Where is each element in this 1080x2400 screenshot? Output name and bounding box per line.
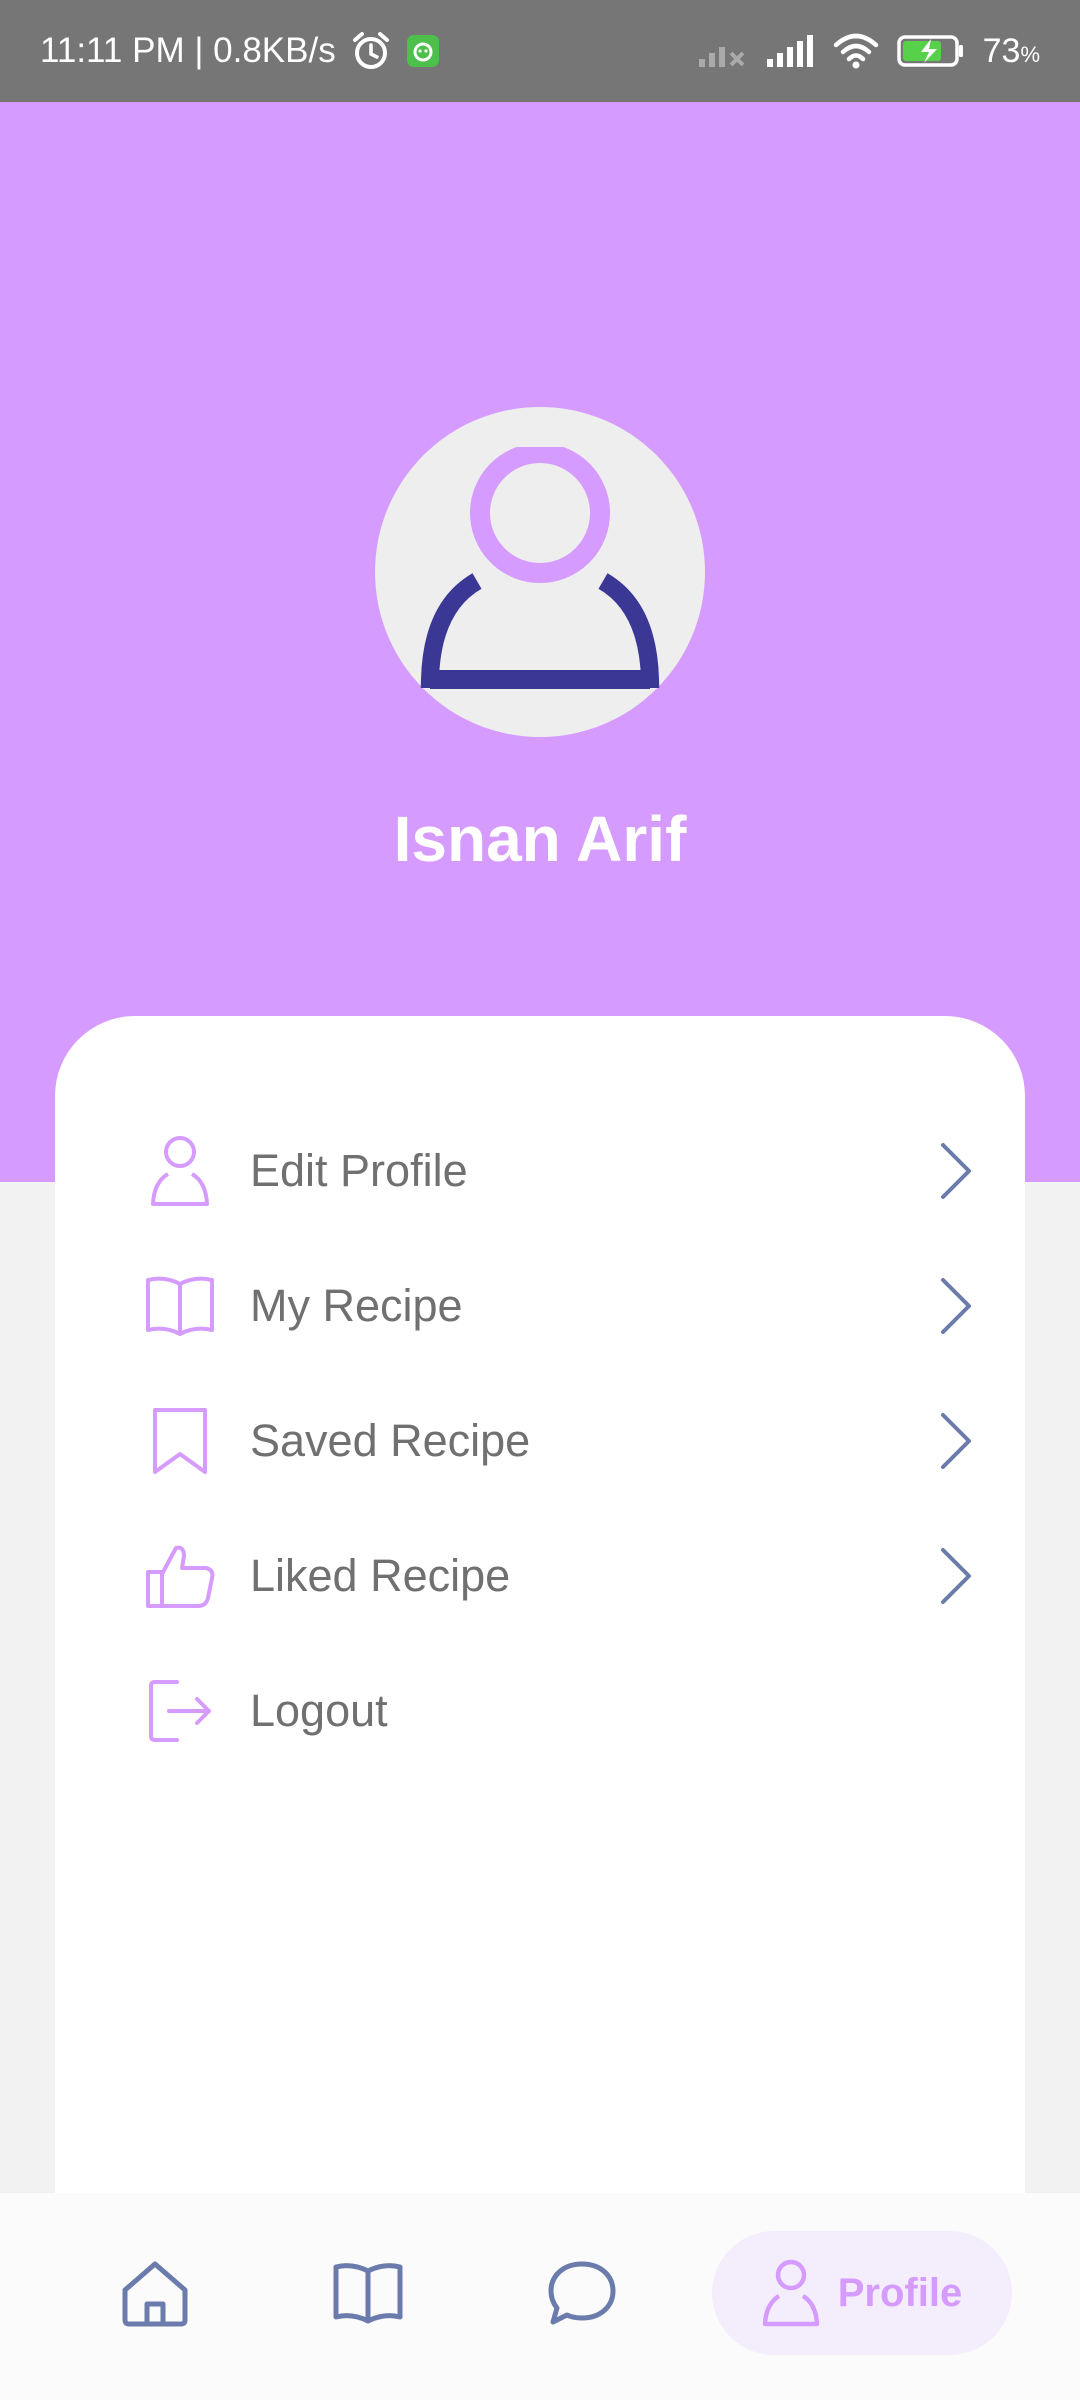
- user-icon: [140, 1131, 220, 1211]
- chat-icon: [548, 2261, 616, 2325]
- menu-label: Saved Recipe: [250, 1415, 531, 1466]
- status-left: 11:11 PM | 0.8KB/s: [40, 30, 440, 72]
- nav-profile-label: Profile: [837, 2270, 963, 2315]
- bookmark-icon: [140, 1401, 220, 1481]
- menu-item-saved-recipe[interactable]: Saved Recipe: [140, 1386, 980, 1496]
- menu-item-edit-profile[interactable]: Edit Profile: [140, 1116, 980, 1226]
- user-name: Isnan Arif: [393, 803, 687, 875]
- nav-home[interactable]: [95, 2231, 215, 2355]
- bottom-navigation: Profile: [0, 2193, 1080, 2400]
- battery-value: 73: [982, 31, 1021, 70]
- status-bar: 11:11 PM | 0.8KB/s 73%: [0, 0, 1080, 102]
- book-icon: [333, 2263, 403, 2324]
- book-icon: [140, 1266, 220, 1346]
- nav-profile[interactable]: Profile: [712, 2231, 1012, 2355]
- battery-percentage: 73%: [983, 32, 1040, 71]
- menu-label: My Recipe: [250, 1280, 463, 1331]
- chevron-right-icon: [930, 1136, 980, 1206]
- status-right: 73%: [697, 32, 1040, 71]
- app-notification-icon: [406, 35, 439, 67]
- menu-label: Edit Profile: [250, 1145, 468, 1196]
- nav-chat[interactable]: [522, 2231, 642, 2355]
- chevron-right-icon: [930, 1406, 980, 1476]
- avatar[interactable]: [375, 407, 705, 737]
- signal-no-sim-icon: [698, 47, 745, 67]
- chevron-right-icon: [930, 1541, 980, 1611]
- thumbs-up-icon: [140, 1536, 220, 1616]
- nav-recipes[interactable]: [308, 2231, 428, 2355]
- signal-icon: [766, 35, 813, 67]
- user-icon: [762, 2259, 819, 2327]
- menu-item-logout[interactable]: Logout: [140, 1656, 980, 1766]
- alarm-icon: [352, 32, 389, 69]
- logout-icon: [140, 1671, 220, 1751]
- status-time-speed: 11:11 PM | 0.8KB/s: [40, 31, 336, 70]
- battery-charging-icon: [896, 35, 963, 67]
- avatar-user-icon: [420, 447, 660, 689]
- chevron-right-icon: [930, 1271, 980, 1341]
- menu-item-liked-recipe[interactable]: Liked Recipe: [140, 1521, 980, 1631]
- home-icon: [122, 2261, 188, 2327]
- battery-unit: %: [1020, 41, 1040, 67]
- wifi-icon: [833, 33, 878, 69]
- menu-label: Logout: [250, 1685, 388, 1736]
- menu-item-my-recipe[interactable]: My Recipe: [140, 1251, 980, 1361]
- menu-label: Liked Recipe: [250, 1550, 511, 1601]
